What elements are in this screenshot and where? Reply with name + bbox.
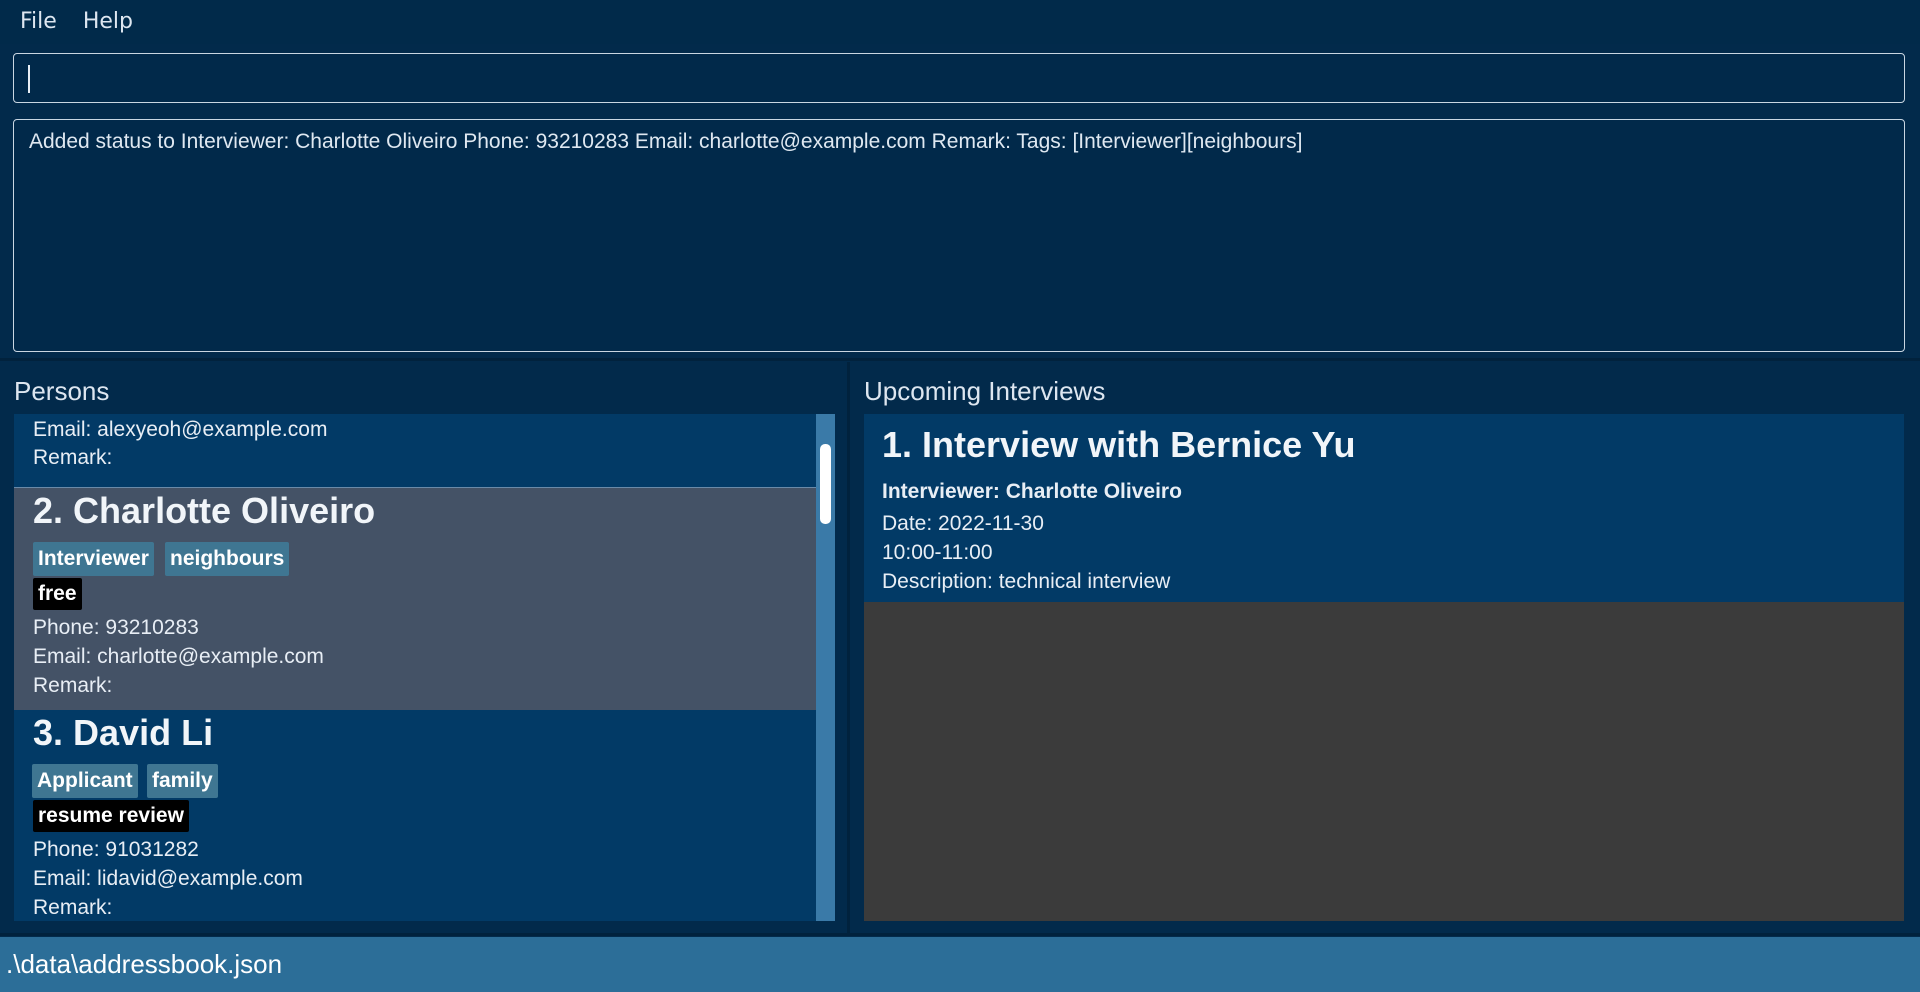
status-badge: free	[33, 578, 82, 610]
person-remark: Remark:	[33, 896, 113, 919]
person-card-3[interactable]: 3. David Li Applicant family resume revi…	[14, 710, 816, 921]
person-remark: Remark:	[33, 674, 113, 697]
person-name-heading: 3. David Li	[33, 712, 213, 754]
divider	[0, 358, 1920, 361]
persons-title: Persons	[14, 376, 110, 406]
interviews-title: Upcoming Interviews	[864, 376, 1106, 406]
tag-neighbours: neighbours	[165, 542, 290, 576]
divider	[0, 933, 1920, 936]
person-phone: Phone: 93210283	[33, 616, 199, 639]
menu-bar: File Help	[0, 0, 1920, 45]
status-badge: resume review	[33, 800, 189, 832]
person-email: Email: charlotte@example.com	[33, 645, 324, 668]
person-index: 2.	[33, 490, 64, 531]
person-index: 3.	[33, 712, 64, 753]
interview-date: Date: 2022-11-30	[882, 512, 1044, 535]
person-name: David Li	[73, 712, 214, 753]
person-phone: Phone: 91031282	[33, 838, 199, 861]
person-name-heading: 2. Charlotte Oliveiro	[33, 490, 375, 532]
interview-interviewer: Interviewer: Charlotte Oliveiro	[882, 480, 1182, 503]
command-input[interactable]	[13, 53, 1905, 103]
interview-description: Description: technical interview	[882, 570, 1171, 593]
text-caret	[28, 65, 30, 93]
menu-file[interactable]: File	[10, 0, 67, 44]
interview-card-1[interactable]: 1. Interview with Bernice Yu Interviewer…	[864, 414, 1904, 602]
person-email: Email: alexyeoh@example.com	[33, 418, 328, 441]
result-display[interactable]: Added status to Interviewer: Charlotte O…	[13, 119, 1905, 352]
menu-help[interactable]: Help	[73, 0, 143, 44]
interview-index: 1.	[882, 424, 913, 465]
person-email: Email: lidavid@example.com	[33, 867, 303, 890]
app-window: File Help Added status to Interviewer: C…	[0, 0, 1920, 992]
result-message: Added status to Interviewer: Charlotte O…	[29, 130, 1303, 153]
person-list[interactable]: Email: alexyeoh@example.com Remark: 2. C…	[14, 414, 816, 921]
tag-family: family	[147, 764, 218, 798]
interview-list[interactable]: 1. Interview with Bernice Yu Interviewer…	[864, 414, 1904, 921]
person-list-scrollbar[interactable]	[816, 414, 835, 921]
interview-heading: 1. Interview with Bernice Yu	[882, 424, 1356, 466]
file-path: .\data\addressbook.json	[6, 949, 283, 979]
status-bar: .\data\addressbook.json	[0, 937, 1920, 992]
tag-interviewer: Interviewer	[33, 542, 154, 576]
interview-title: Interview with Bernice Yu	[922, 424, 1356, 465]
person-remark: Remark:	[33, 446, 113, 469]
tag-applicant: Applicant	[32, 764, 138, 798]
person-card-partial[interactable]: Email: alexyeoh@example.com Remark:	[14, 414, 816, 472]
person-card-2[interactable]: 2. Charlotte Oliveiro Interviewer neighb…	[14, 487, 816, 711]
scrollbar-thumb[interactable]	[820, 444, 831, 524]
interview-time: 10:00-11:00	[882, 541, 993, 564]
command-box-container	[0, 44, 1920, 110]
person-name: Charlotte Oliveiro	[73, 490, 376, 531]
